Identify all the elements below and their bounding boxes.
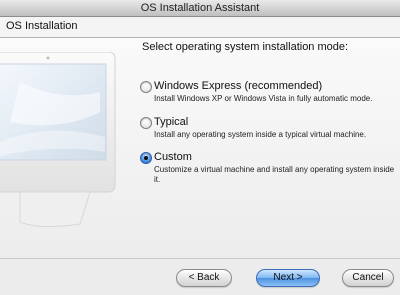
page-title: OS Installation [6,20,78,32]
option-windows-express[interactable]: Windows Express (recommended) Install Wi… [140,80,395,120]
radio-custom[interactable] [140,152,152,164]
option-typical[interactable]: Typical Install any operating system ins… [140,116,395,156]
option-label[interactable]: Custom [154,151,192,163]
next-button[interactable]: Next > [256,269,320,287]
window-title: OS Installation Assistant [140,2,260,14]
button-separator [0,258,400,259]
radio-windows-express[interactable] [140,81,152,93]
radio-typical[interactable] [140,117,152,129]
back-button[interactable]: < Back [176,269,232,287]
header-strip: OS Installation [0,17,400,38]
option-label[interactable]: Windows Express (recommended) [154,80,322,92]
option-description: Install Windows XP or Windows Vista in f… [154,94,373,103]
option-label[interactable]: Typical [154,116,188,128]
imac-illustration [0,52,116,228]
mode-prompt: Select operating system installation mod… [142,41,349,53]
installer-window: OS Installation Assistant OS Installatio… [0,0,400,295]
cancel-button[interactable]: Cancel [342,269,394,287]
option-custom[interactable]: Custom Customize a virtual machine and i… [140,151,395,191]
title-bar[interactable]: OS Installation Assistant [0,0,400,17]
option-description: Install any operating system inside a ty… [154,130,367,139]
option-description: Customize a virtual machine and install … [154,165,395,184]
radio-selected-dot [144,156,148,160]
